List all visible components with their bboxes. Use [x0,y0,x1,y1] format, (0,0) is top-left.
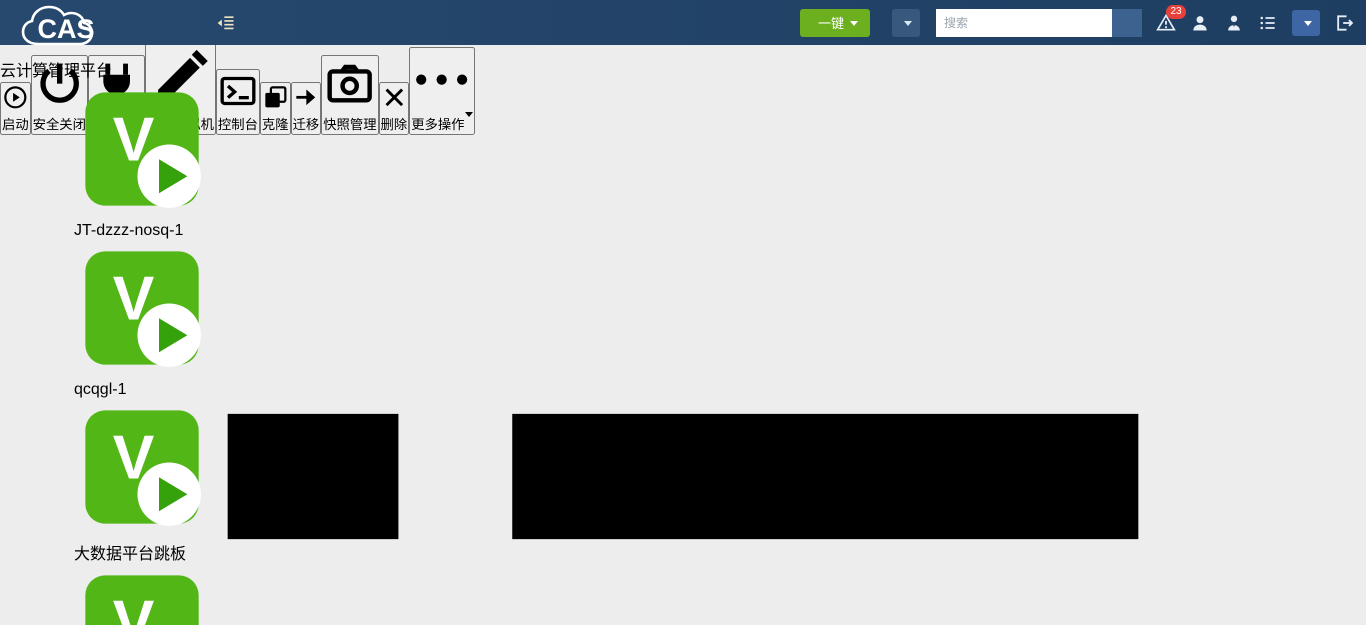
collapse-sidebar-icon[interactable] [216,13,236,31]
view-switch-button[interactable] [1292,9,1322,48]
button-label: 控制台 [217,116,258,132]
console-button[interactable]: 控制台 [215,68,260,135]
button-label: 克隆 [261,116,289,132]
alarm-count-badge: 23 [1166,4,1186,19]
logout-button[interactable] [1334,13,1354,33]
search-button[interactable] [1112,8,1149,49]
delete-button[interactable]: 删除 [378,81,410,135]
one-key-label: 一键 [817,16,844,31]
alarm-button[interactable]: 23 [1156,4,1186,33]
search-input[interactable] [936,8,1112,37]
camera-icon [323,65,376,114]
resource-tree: VJT-dzzz-nosq-1Vqcqgl-1V大数据平台跳板V大数据平台跳板V… [0,81,210,625]
logout-icon [1334,14,1354,37]
button-label: 快照管理 [323,116,377,132]
migrate-button[interactable]: 迁移 [290,81,322,135]
svg-text:V: V [113,588,155,625]
operator-button[interactable] [1224,13,1244,33]
vm-icon: V [74,92,210,221]
warning-icon [1156,13,1176,37]
tree-item-label: 大数据平台跳板 [74,546,187,563]
cas-logo: CAS [0,0,210,57]
clone-button[interactable]: 克隆 [259,81,291,135]
button-label: 更多操作 [411,116,465,132]
person-icon [1224,15,1244,37]
more-actions-button[interactable]: 更多操作 [409,47,475,136]
button-label: 删除 [380,116,408,132]
user-button[interactable] [1190,13,1210,33]
one-key-button[interactable]: 一键 [799,8,870,49]
chevron-down-icon [904,20,912,30]
close-icon [381,88,408,114]
button-label: 迁移 [292,116,320,132]
chevron-down-icon [850,20,858,30]
brand-subtitle: 云计算管理平台 [0,63,113,80]
tree-item-vm[interactable]: V大数据平台跳板 [0,564,210,625]
snapshot-button[interactable]: 快照管理 [321,55,379,135]
vm-icon: V [74,251,210,380]
scope-selector-button[interactable] [892,8,920,49]
navigation-sidebar: CAS 云计算管理平台 V JT-dzzz-nosq-1 Vqcqgl-1 V 大数据平… [0,0,210,625]
clone-icon [262,86,289,114]
tree-item-vm[interactable]: V 大数据平台跳板 [0,399,210,564]
migrate-icon [293,89,320,114]
tree-item-qcqgl-1[interactable]: Vqcqgl-1 [0,240,210,399]
terminal-icon [218,76,258,114]
chevron-down-icon [464,111,473,136]
search-bar [936,8,1149,49]
dots-icon [411,74,472,114]
chevron-down-icon [1304,20,1312,30]
brand: CAS 云计算管理平台 [0,0,210,81]
cas-management-page: 一键 23 [0,0,1366,625]
svg-text:CAS: CAS [37,14,94,44]
list-menu-icon [1258,16,1278,37]
vm-icon: V [74,410,210,539]
tree-item-label: qcqgl-1 [74,381,127,398]
tree-item-label: JT-dzzz-nosq-1 [74,222,184,239]
user-icon [1190,15,1210,37]
task-list-button[interactable] [1258,13,1278,33]
tree-item-JT-dzzz-nosq-1[interactable]: V JT-dzzz-nosq-1 [0,81,210,240]
